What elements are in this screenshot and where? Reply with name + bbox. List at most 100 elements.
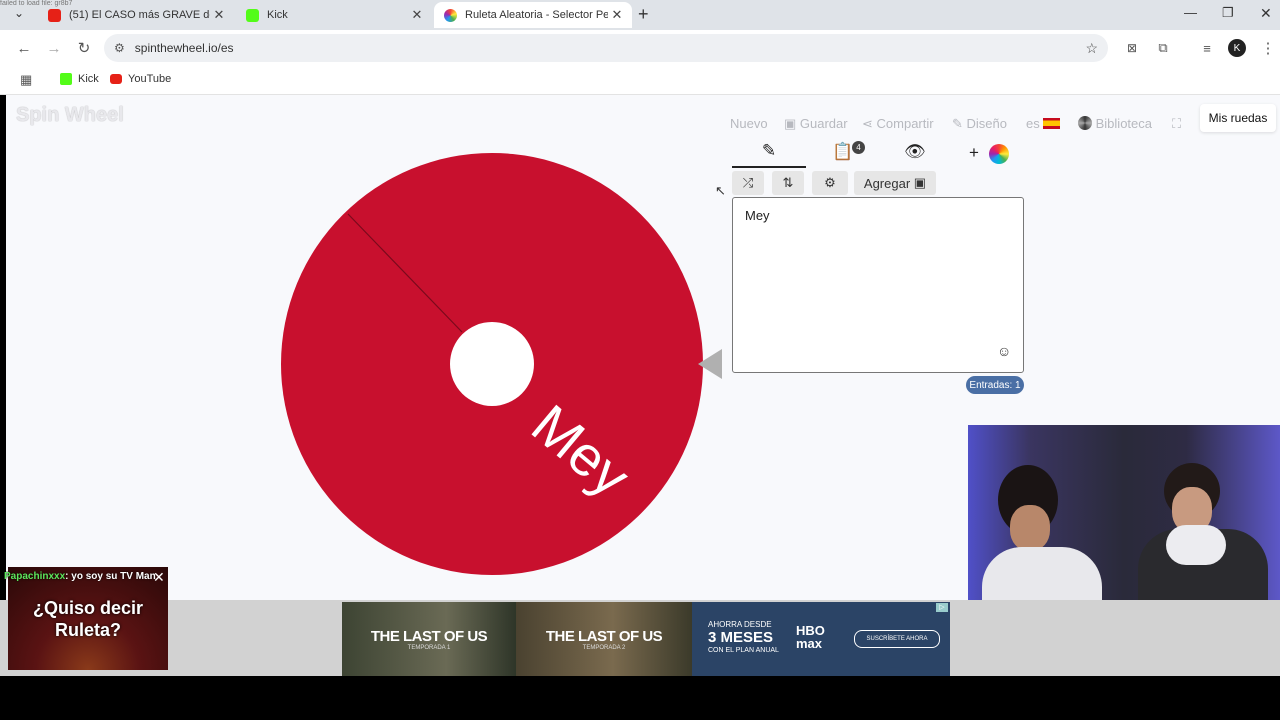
url-text: spinthewheel.io/es [134, 41, 234, 55]
forward-icon[interactable]: → [44, 38, 64, 58]
chat-username: Papachinxxx [4, 571, 66, 582]
add-button-label: Agregar [863, 175, 911, 191]
share-icon: ⋖ [862, 116, 877, 131]
nav-label: Guardar [799, 116, 848, 131]
library-wheel-icon [1078, 116, 1092, 130]
close-tab-icon[interactable]: ✕ [210, 7, 228, 23]
kick-logo-icon [60, 73, 72, 85]
nav-label: es [1026, 116, 1040, 131]
nav-label: Diseño [966, 116, 1007, 131]
spin-wheel[interactable]: Mey [280, 152, 706, 578]
tab-edit[interactable]: ✎ [732, 141, 806, 168]
site-info-icon[interactable]: ⚙ [114, 41, 125, 55]
nav-language[interactable]: es [1026, 116, 1061, 131]
person-1-face [1010, 505, 1050, 551]
image-icon: ▣ [913, 175, 927, 190]
mouse-cursor-icon: ↖ [715, 183, 726, 198]
sort-icon: ⇅ [782, 175, 794, 190]
sort-button[interactable]: ⇅ [772, 171, 804, 195]
tab-hidden[interactable]: 👁 [904, 142, 926, 162]
translate-icon[interactable]: ⊠ [1122, 38, 1142, 58]
bookmark-kick[interactable]: Kick [60, 73, 99, 85]
tab-search-icon[interactable]: ⌄ [14, 6, 24, 20]
tab-results[interactable]: 📋 [832, 142, 853, 162]
wheel-center-hub[interactable] [450, 322, 534, 406]
nav-guardar[interactable]: ▣ Guardar [784, 116, 848, 132]
browser-tab-bar: failed to load file: gr8b7 ⌄ (51) El CAS… [0, 0, 1280, 30]
nav-biblioteca[interactable]: Biblioteca [1078, 116, 1152, 131]
close-tab-icon[interactable]: ✕ [408, 7, 426, 23]
bookmark-label: Kick [78, 73, 99, 85]
chat-question: ¿Quiso decir Ruleta? [32, 598, 144, 640]
close-window-icon[interactable]: ✕ [1260, 5, 1272, 22]
tab-youtube[interactable]: (51) El CASO más GRAVE del ST ✕ [38, 2, 234, 28]
poster-title: THE LAST OF US [370, 627, 488, 645]
extensions-icon[interactable]: ⧉ [1153, 38, 1173, 58]
wheel-favicon-icon [444, 8, 457, 22]
profile-avatar-icon[interactable]: K [1228, 39, 1246, 57]
nav-compartir[interactable]: ⋖ Compartir [862, 116, 934, 132]
gear-icon: ⚙ [824, 175, 836, 190]
entry-line: Mey [745, 208, 770, 223]
apps-grid-icon[interactable]: ▦ [20, 72, 32, 88]
eye-slash-icon: 👁 [904, 142, 926, 161]
spain-flag-icon [1043, 118, 1061, 129]
entries-textarea[interactable]: Mey ☺ [732, 197, 1024, 373]
shuffle-button[interactable]: ⤮ [732, 171, 764, 195]
ad-poster-2: THE LAST OF US TEMPORADA 2 [516, 602, 692, 676]
reload-icon[interactable]: ↻ [74, 38, 94, 58]
subscribe-button[interactable]: SUSCRÍBETE AHORA [854, 630, 940, 648]
hbo-max-ad[interactable]: THE LAST OF US TEMPORADA 1 THE LAST OF U… [342, 602, 950, 676]
promo-text: CON EL PLAN ANUAL [708, 647, 779, 654]
add-wheel-icon[interactable]: + [969, 143, 979, 163]
nav-nuevo[interactable]: Nuevo [730, 116, 768, 131]
fullscreen-icon[interactable]: ⛶ [1172, 116, 1181, 132]
webcam-overlay [968, 425, 1280, 600]
nav-diseno[interactable]: ✎ Diseño [952, 116, 1007, 132]
person-1-shirt [982, 547, 1102, 600]
back-icon[interactable]: ← [14, 38, 34, 58]
nav-label: Biblioteca [1095, 116, 1152, 131]
tab-kick[interactable]: Kick ✕ [236, 2, 432, 28]
new-tab-icon[interactable]: + [638, 4, 649, 25]
pencil-icon: ✎ [952, 116, 967, 131]
media-icon[interactable]: ≡ [1197, 38, 1217, 58]
tab-title: (51) El CASO más GRAVE del ST [69, 9, 210, 21]
close-tab-icon[interactable]: ✕ [608, 7, 626, 23]
youtube-favicon-icon [48, 8, 61, 22]
promo-text: 3 MESES [708, 629, 774, 646]
poster-title: THE LAST OF US [545, 627, 663, 645]
minimize-icon[interactable]: — [1184, 5, 1197, 20]
tab-title: Kick [267, 9, 288, 21]
entries-count-badge: Entradas: 1 [966, 376, 1024, 394]
settings-button[interactable]: ⚙ [812, 171, 848, 195]
color-wheel-icon[interactable] [989, 144, 1009, 164]
hbo-max-logo: HBO max [796, 623, 825, 651]
emoji-icon[interactable]: ☺ [997, 343, 1011, 359]
spinwheel-logo[interactable]: Spin Wheel [16, 104, 124, 127]
ad-promo: AHORRA DESDE 3 MESES CON EL PLAN ANUAL H… [692, 602, 950, 676]
add-image-button[interactable]: Agregar ▣ [854, 171, 936, 195]
tab-spinwheel[interactable]: Ruleta Aleatoria - Selector Perso ✕ [434, 2, 632, 28]
shuffle-icon: ⤮ [742, 175, 754, 190]
close-icon[interactable]: ✕ [153, 569, 165, 586]
bookmark-star-icon[interactable]: ☆ [1085, 40, 1098, 57]
chat-text: : yo soy su TV Man [65, 571, 156, 582]
chat-message: Papachinxxx: yo soy su TV Man [4, 571, 164, 582]
mis-ruedas-button[interactable]: Mis ruedas [1200, 104, 1276, 132]
tab-title: Ruleta Aleatoria - Selector Perso [465, 9, 608, 21]
promo-text: AHORRA DESDE [708, 620, 772, 629]
clipboard-icon: 📋 [832, 142, 854, 161]
save-icon: ▣ [784, 116, 800, 131]
restore-icon[interactable]: ❐ [1222, 5, 1234, 21]
ad-choices-icon[interactable]: ▷ [936, 603, 948, 612]
bookmarks-bar: ▦ Kick YouTube [0, 66, 1280, 95]
youtube-logo-icon [110, 74, 122, 84]
menu-dots-icon[interactable]: ⋮ [1258, 38, 1278, 58]
nav-label: Compartir [876, 116, 934, 131]
poster-sub: TEMPORADA 1 [407, 644, 451, 651]
pencil-icon: ✎ [761, 141, 777, 160]
browser-toolbar: ← → ↻ ⚙ spinthewheel.io/es ☆ ⊠ ⧉ ≡ K ⋮ [0, 30, 1280, 66]
bookmark-youtube[interactable]: YouTube [110, 73, 171, 85]
address-bar[interactable]: ⚙ spinthewheel.io/es ☆ [104, 34, 1108, 62]
